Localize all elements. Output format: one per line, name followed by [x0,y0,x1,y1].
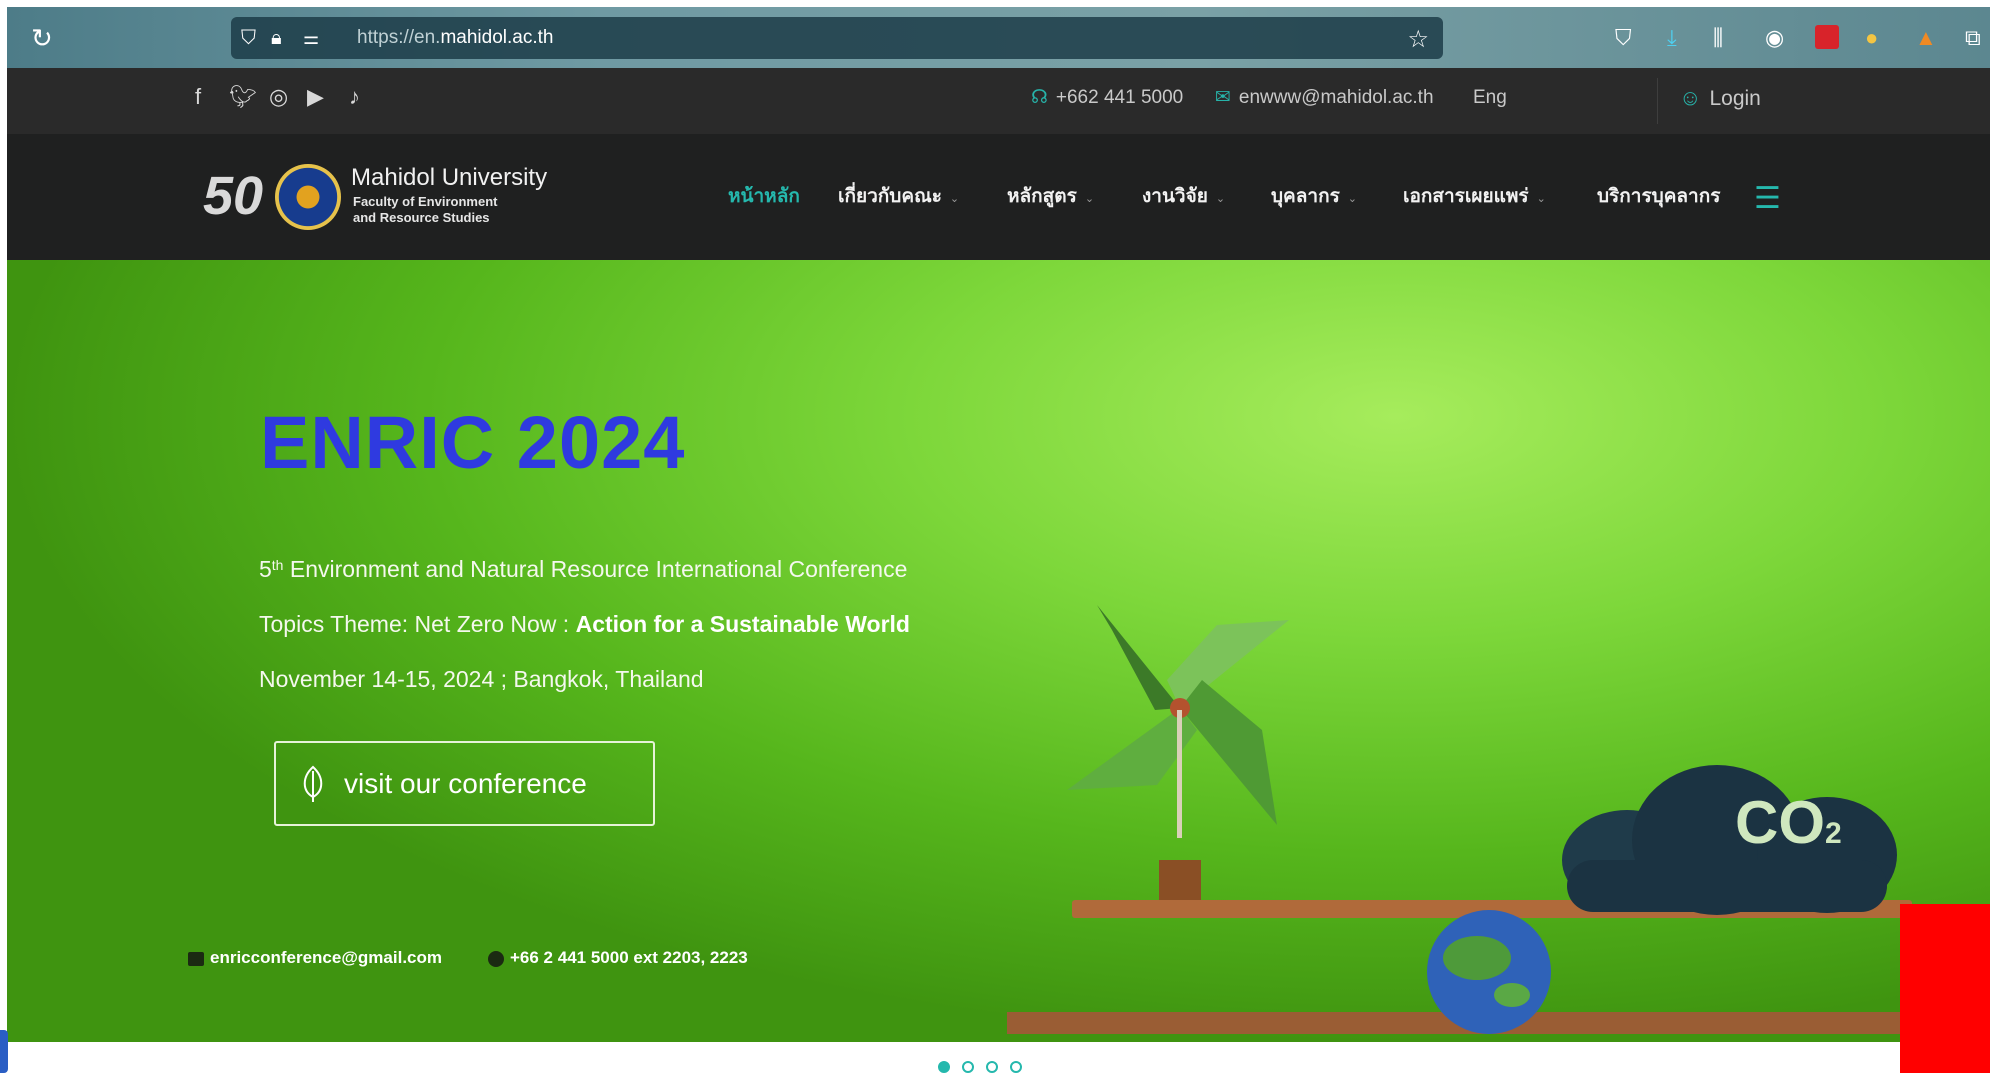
carousel-dot[interactable] [962,1061,974,1073]
shield-icon[interactable]: ⛉ [241,26,256,50]
nav-item-publications[interactable]: เอกสารเผยแพร่ ⌄ [1403,182,1546,214]
university-name[interactable]: Mahidol University [351,164,547,192]
faculty-line-1: Faculty of Environment [353,194,498,209]
carousel-dot[interactable] [938,1061,950,1073]
co2-label: CO2 [1735,789,1842,856]
side-tab[interactable] [0,1030,8,1073]
divider [1657,78,1658,124]
phone-icon [488,950,504,967]
chevron-down-icon: ⌄ [1084,193,1095,205]
language-switch[interactable]: Eng [1473,84,1507,112]
chevron-down-icon: ⌄ [1536,193,1546,205]
extension-color-icon[interactable]: ● [1865,25,1878,51]
visit-conference-button[interactable]: visit our conference [274,741,655,826]
pinwheel-illustration [1067,605,1289,905]
main-navigation: 50 Mahidol University Faculty of Environ… [7,134,1990,260]
nav-item-home[interactable]: หน้าหลัก [728,182,800,212]
visit-conference-label: visit our conference [344,768,587,799]
carousel-dot[interactable] [986,1061,998,1073]
extension-brush-icon[interactable]: ▲ [1915,25,1937,51]
mail-icon: ✉ [1215,87,1231,108]
university-seal[interactable] [275,164,341,230]
tiktok-icon[interactable]: ♪ [349,82,360,112]
carousel-dot[interactable] [1010,1061,1022,1073]
login-text: Login [1709,87,1761,110]
extension-pdf-icon[interactable] [1815,25,1839,49]
extensions-icon[interactable]: ⧉ [1965,25,1981,51]
co2-cloud-illustration [1562,765,1897,915]
library-icon[interactable]: ⫼ [1713,25,1723,51]
url-text[interactable]: https://en.mahidol.ac.th [357,26,553,50]
chevron-down-icon: ⌄ [1215,193,1226,205]
twitter-icon[interactable]: 🐦︎ [229,82,257,112]
conference-date: November 14-15, 2024 ; Bangkok, Thailand [259,666,704,692]
hero-banner: CO2 ENRIC 2024 5th Environment and Natur… [7,260,1990,1042]
chevron-down-icon: ⌄ [1347,193,1358,205]
faculty-name: Faculty of Environment and Resource Stud… [353,194,553,226]
conference-theme: Topics Theme: Net Zero Now : Action for … [259,611,910,637]
nav-item-staff-services[interactable]: บริการบุคลากร [1597,182,1720,212]
account-icon[interactable]: ◉ [1765,25,1784,51]
email-info[interactable]: ✉ enwww@mahidol.ac.th [1215,84,1434,112]
faculty-line-2: and Resource Studies [353,210,490,225]
envelope-icon [188,951,204,966]
facebook-icon[interactable]: f [195,82,201,112]
email-text: enwww@mahidol.ac.th [1238,87,1434,108]
carousel-indicators [938,1060,1034,1078]
nav-item-about[interactable]: เกี่ยวกับคณะ ⌄ [838,182,959,214]
chevron-down-icon: ⌄ [949,193,960,205]
anniversary-logo[interactable]: 50 [195,158,271,234]
address-bar[interactable]: ⛉ 🔒︎ ⚌ https://en.mahidol.ac.th ☆ [231,17,1443,59]
headset-icon: ☊ [1031,87,1048,108]
permissions-icon[interactable]: ⚌ [303,26,319,50]
conference-name: 5th Environment and Natural Resource Int… [259,556,908,582]
hero-title: ENRIC 2024 [260,401,686,484]
reload-icon[interactable]: ↻ [31,25,57,51]
page: ↻ ⛉ 🔒︎ ⚌ https://en.mahidol.ac.th ☆ ⛉ ⤓ … [0,0,1990,1073]
hamburger-menu-icon[interactable]: ☰ [1754,184,1781,214]
user-icon: ☺ [1679,85,1702,110]
bookmark-star-icon[interactable]: ☆ [1407,25,1429,54]
download-icon[interactable]: ⤓ [1667,25,1677,51]
contact-email[interactable]: enricconference@gmail.com [188,946,442,970]
instagram-icon[interactable]: ◎ [269,82,288,112]
pocket-icon[interactable]: ⛉ [1615,25,1632,51]
phone-text: +662 441 5000 [1055,87,1184,108]
youtube-icon[interactable]: ▶ [307,82,324,112]
nav-item-curriculum[interactable]: หลักสูตร ⌄ [1007,182,1094,214]
contact-phone[interactable]: +66 2 441 5000 ext 2203, 2223 [488,946,748,970]
phone-info[interactable]: ☊ +662 441 5000 [1031,84,1183,112]
lock-icon[interactable]: 🔒︎ [271,26,282,50]
leaf-icon [303,765,323,802]
hero-illustration [1007,605,1927,1034]
nav-item-personnel[interactable]: บุคลากร ⌄ [1271,182,1357,214]
nav-item-research[interactable]: งานวิจัย ⌄ [1142,182,1225,214]
scroll-to-top-corner[interactable] [1900,904,1990,1073]
top-info-bar: f 🐦︎ ◎ ▶ ♪ ☊ +662 441 5000 ✉ enwww@mahidol… [7,68,1990,134]
browser-toolbar: ↻ ⛉ 🔒︎ ⚌ https://en.mahidol.ac.th ☆ ⛉ ⤓ … [7,7,1990,68]
login-link[interactable]: ☺ Login [1679,84,1761,113]
